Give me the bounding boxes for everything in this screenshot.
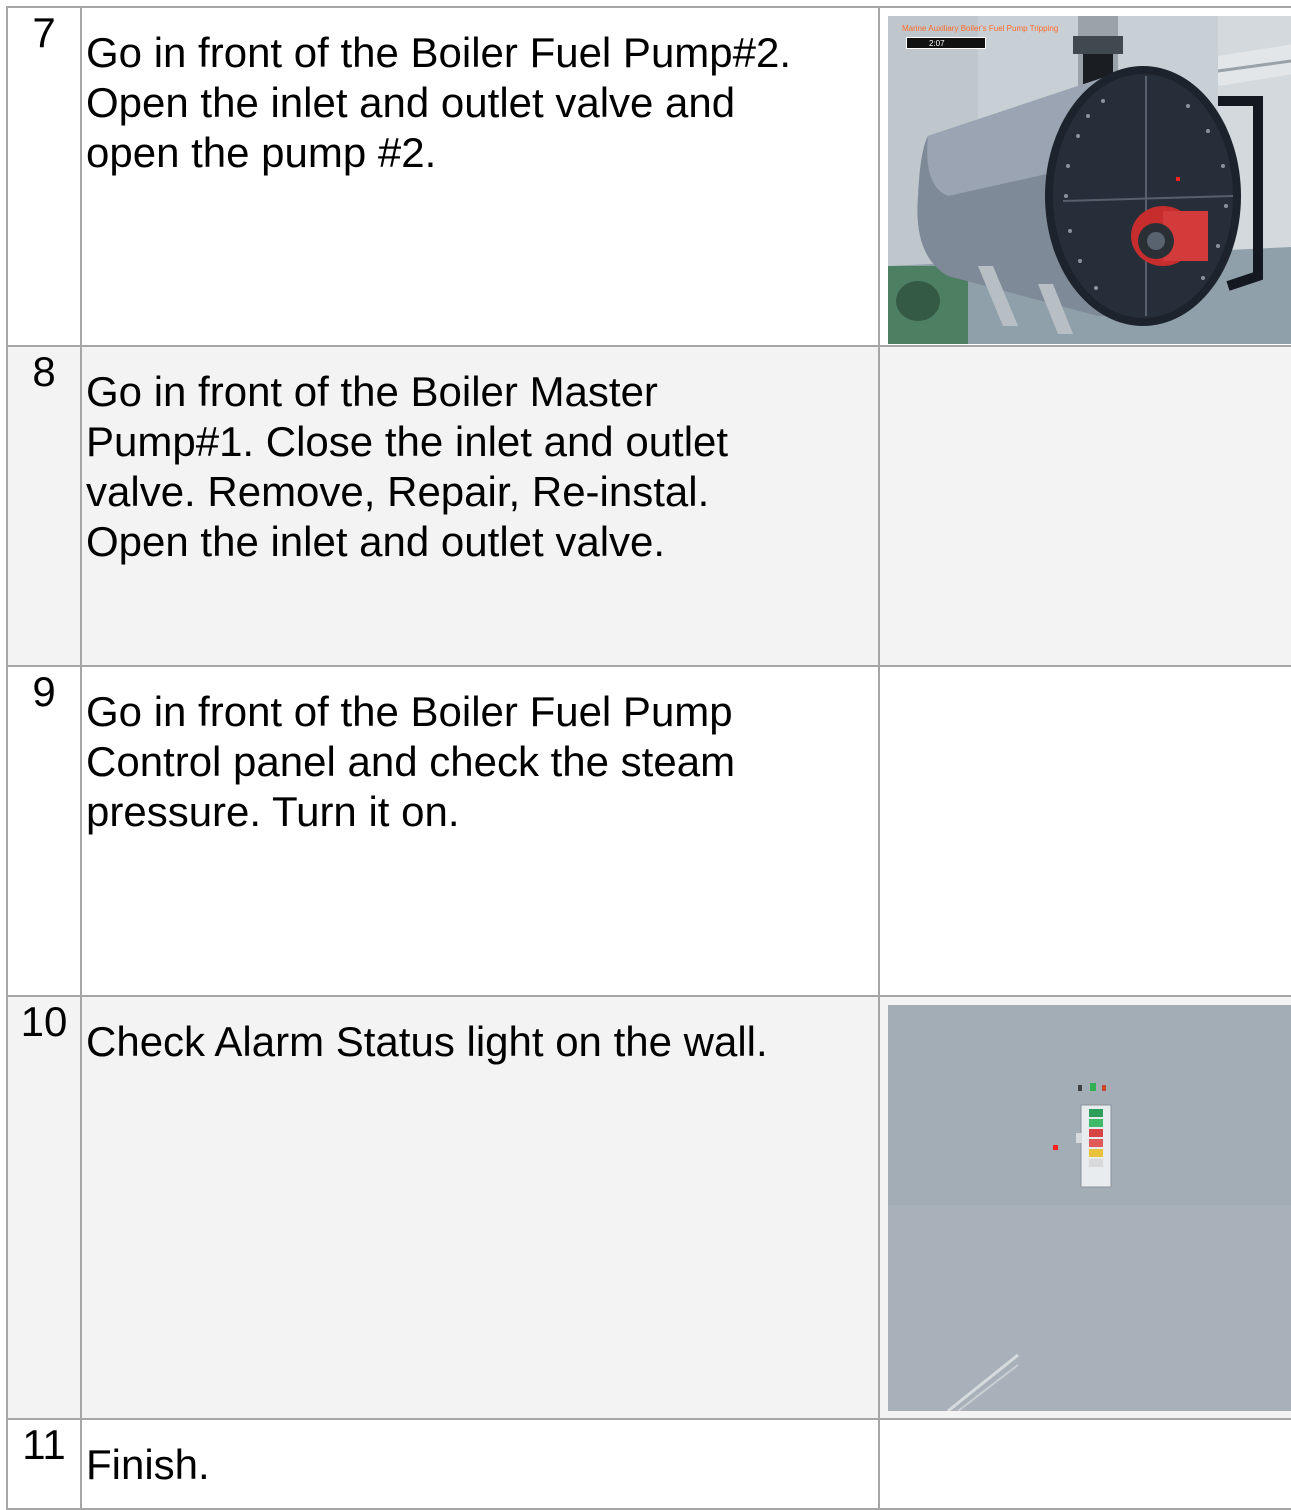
instruction-line: Finish.: [86, 1441, 210, 1488]
instruction-line: open the pump #2.: [86, 129, 437, 176]
step-row-10: 10 Check Alarm Status light on the wall.: [6, 995, 1291, 1420]
scenario-title-overlay: Marine Auxiliary Boiler's Fuel Pump Trip…: [902, 24, 1059, 33]
boiler-scene-image: [888, 16, 1291, 344]
alarm-light-screenshot: [888, 1005, 1291, 1411]
instruction-line: Open the inlet and outlet valve and: [86, 79, 736, 126]
step-screenshot-cell: [878, 1418, 1291, 1510]
step-row-9: 9 Go in front of the Boiler Fuel Pump Co…: [6, 665, 1291, 997]
step-row-11: 11 Finish.: [6, 1418, 1291, 1510]
step-screenshot-cell: [878, 345, 1291, 667]
instruction-line: Go in front of the Boiler Master: [86, 368, 658, 415]
step-number: 8: [6, 345, 82, 667]
instruction-line: Control panel and check the steam: [86, 738, 736, 785]
step-screenshot-cell: [878, 665, 1291, 997]
step-instruction: Finish.: [80, 1418, 880, 1510]
timer-overlay: 2:07: [906, 37, 986, 49]
instruction-line: valve. Remove, Repair, Re-instal.: [86, 468, 710, 515]
step-row-8: 8 Go in front of the Boiler Master Pump#…: [6, 345, 1291, 667]
step-instruction: Go in front of the Boiler Fuel Pump#2. O…: [80, 6, 880, 347]
instruction-line: Open the inlet and outlet valve.: [86, 518, 666, 565]
step-instruction: Go in front of the Boiler Master Pump#1.…: [80, 345, 880, 667]
step-row-7: 7 Go in front of the Boiler Fuel Pump#2.…: [6, 6, 1291, 347]
alarm-wall-scene-image: [888, 1005, 1291, 1411]
instruction-line: Go in front of the Boiler Fuel Pump: [86, 688, 733, 735]
step-instruction: Check Alarm Status light on the wall.: [80, 995, 880, 1420]
boiler-screenshot: Marine Auxiliary Boiler's Fuel Pump Trip…: [888, 16, 1291, 344]
step-number: 7: [6, 6, 82, 347]
instruction-line: Check Alarm Status light on the wall.: [86, 1018, 768, 1065]
step-screenshot-cell: [878, 995, 1291, 1420]
step-number: 11: [6, 1418, 82, 1510]
instruction-line: Pump#1. Close the inlet and outlet: [86, 418, 729, 465]
step-screenshot-cell: Marine Auxiliary Boiler's Fuel Pump Trip…: [878, 6, 1291, 347]
procedure-steps-table: 7 Go in front of the Boiler Fuel Pump#2.…: [6, 6, 1291, 1510]
instruction-line: Go in front of the Boiler Fuel Pump#2.: [86, 29, 792, 76]
instruction-line: pressure. Turn it on.: [86, 788, 460, 835]
step-number: 9: [6, 665, 82, 997]
step-number: 10: [6, 995, 82, 1420]
step-instruction: Go in front of the Boiler Fuel Pump Cont…: [80, 665, 880, 997]
